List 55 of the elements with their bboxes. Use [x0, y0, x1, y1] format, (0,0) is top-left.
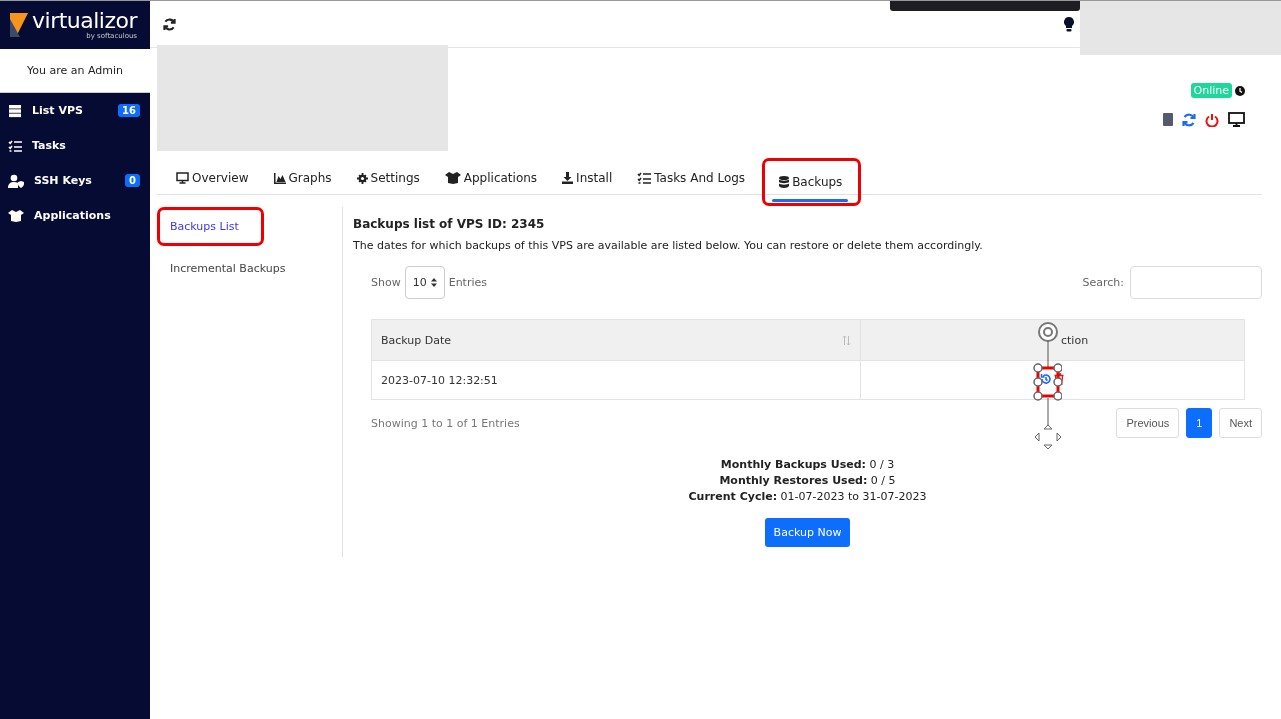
subnav-item[interactable]: Backups List [157, 207, 264, 246]
count-badge: 16 [118, 104, 140, 117]
sort-caret-icon [430, 278, 437, 287]
sidebar-item[interactable]: Tasks [0, 128, 150, 163]
monitor-icon[interactable] [1228, 112, 1245, 127]
tab[interactable]: Backups [763, 159, 861, 205]
clock-icon [1235, 85, 1245, 96]
server-icon [8, 103, 22, 118]
show-label: Show [371, 276, 401, 289]
role-label: You are an Admin [0, 49, 150, 93]
search-field[interactable] [1130, 266, 1262, 299]
count-badge: 0 [125, 174, 140, 187]
sidebar-item[interactable]: SSH Keys 0 [0, 163, 150, 198]
checklist-icon [8, 139, 22, 152]
logo-icon [10, 13, 28, 37]
database-icon [779, 176, 790, 188]
tab[interactable]: Settings [349, 162, 435, 194]
monitor-icon [176, 172, 189, 184]
sidebar-item[interactable]: Applications [0, 198, 150, 233]
tab[interactable]: Graphs [266, 162, 347, 194]
page-button[interactable]: Previous [1116, 408, 1180, 438]
subnav-item[interactable]: Incremental Backups [157, 252, 299, 285]
lightbulb-icon[interactable] [1064, 16, 1074, 32]
restore-icon[interactable] [1040, 372, 1052, 385]
page-button[interactable]: 1 [1186, 408, 1213, 438]
page-size-select[interactable]: 10 [404, 266, 445, 299]
panel-title: Backups list of VPS ID: 2345 [353, 217, 546, 231]
user-shield-icon [8, 173, 24, 188]
gear-icon [356, 172, 368, 184]
usage-stat: Current Cycle: 01-07-2023 to 31-07-2023 [688, 490, 927, 503]
table-cell: 2023-07-10 12:32:51 [371, 360, 861, 400]
column-header: ction [860, 319, 1245, 361]
logo-text: virtualizor [32, 10, 137, 32]
sidebar-item[interactable]: List VPS 16 [0, 93, 150, 128]
refresh-icon[interactable] [163, 17, 176, 31]
tab[interactable]: Tasks And Logs [630, 162, 761, 194]
area-chart-icon [273, 172, 286, 184]
status-badge: Online [1190, 83, 1232, 98]
usage-stat: Monthly Restores Used: 0 / 5 [719, 474, 896, 487]
backup-now-button[interactable]: Backup Now [764, 518, 851, 547]
column-header[interactable]: Backup Date [371, 319, 861, 361]
page-button[interactable]: Next [1219, 408, 1262, 438]
usage-stat: Monthly Backups Used: 0 / 3 [720, 458, 895, 471]
tab[interactable]: Overview [169, 162, 264, 194]
tab[interactable]: Install [555, 162, 628, 194]
panel-description: The dates for which backups of this VPS are available are listed below. You can restore or delete them accordingly. [353, 239, 984, 252]
tab[interactable]: Applications [437, 162, 553, 194]
search-label: Search: [1082, 276, 1124, 289]
entries-label: Entries [448, 276, 487, 289]
download-icon [562, 172, 574, 184]
trash-icon[interactable] [1054, 372, 1064, 385]
table-info: Showing 1 to 1 of 1 Entries [371, 416, 520, 430]
power-icon[interactable] [1205, 112, 1219, 127]
checklist-icon [637, 172, 652, 184]
selection-handles-drawing[interactable] [1030, 321, 1062, 449]
